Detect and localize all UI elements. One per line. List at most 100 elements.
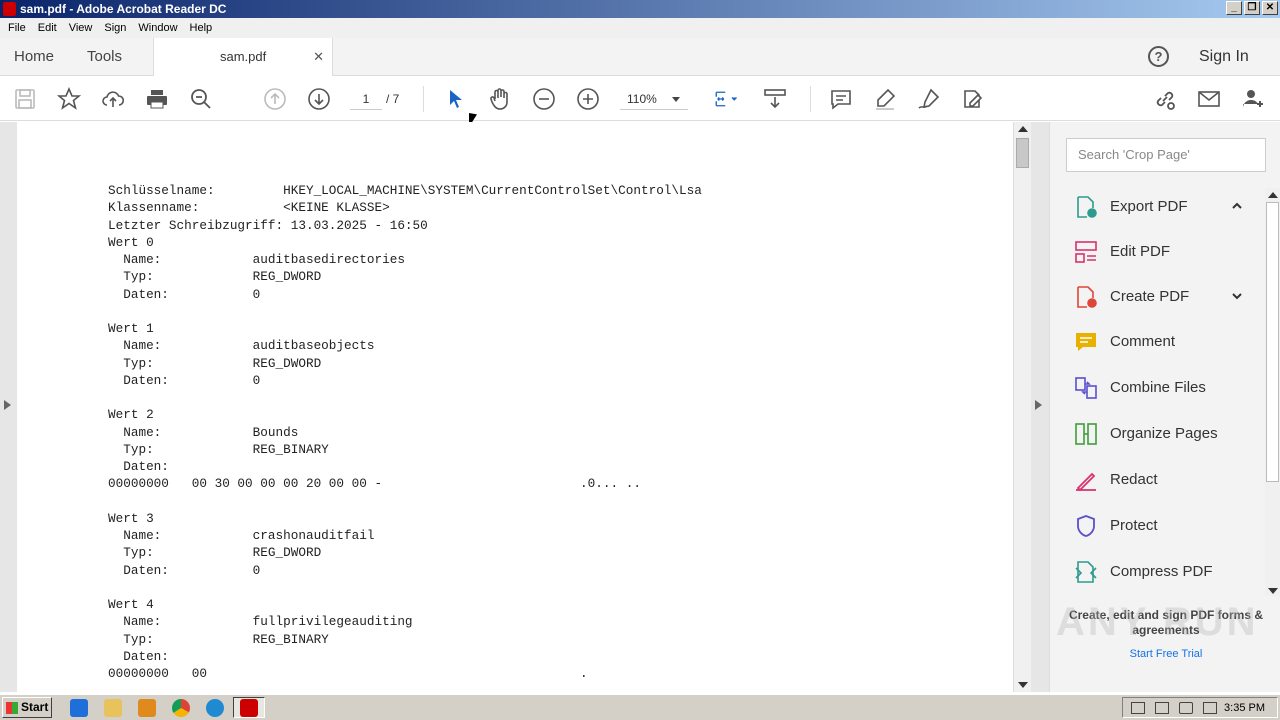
tab-document-label: sam.pdf xyxy=(220,49,267,64)
left-nav-strip xyxy=(0,122,17,692)
acrobat-app-icon xyxy=(3,2,16,16)
expand-left-panel-icon[interactable] xyxy=(4,400,16,410)
menu-bar: File Edit View Sign Window Help xyxy=(0,18,1280,38)
next-page-icon[interactable] xyxy=(306,86,332,112)
window-title: sam.pdf - Adobe Acrobat Reader DC xyxy=(20,2,227,16)
taskbar-acrobat-button[interactable] xyxy=(233,697,265,718)
sign-pen-icon[interactable] xyxy=(916,86,942,112)
save-icon[interactable] xyxy=(12,86,38,112)
tool-redact[interactable]: Redact xyxy=(1066,460,1250,500)
anyrun-watermark: ANY RUN xyxy=(1056,600,1259,644)
tool-combine-files[interactable]: Combine Files xyxy=(1066,368,1250,408)
sign-in-button[interactable]: Sign In xyxy=(1199,38,1249,76)
window-titlebar: sam.pdf - Adobe Acrobat Reader DC _ ❐ ✕ xyxy=(0,0,1280,18)
zoom-out-icon[interactable] xyxy=(531,86,557,112)
minimize-button[interactable]: _ xyxy=(1226,1,1242,15)
media-player-icon[interactable] xyxy=(138,699,156,717)
edit-pdf-icon xyxy=(1075,241,1097,263)
tool-create-pdf[interactable]: Create PDF xyxy=(1066,277,1250,317)
close-window-button[interactable]: ✕ xyxy=(1262,1,1278,15)
chrome-icon[interactable] xyxy=(172,699,190,717)
tab-home[interactable]: Home xyxy=(14,38,54,76)
maximize-button[interactable]: ❐ xyxy=(1244,1,1260,15)
tool-label: Export PDF xyxy=(1110,198,1188,215)
start-button[interactable]: Start xyxy=(2,697,52,718)
comment-icon[interactable] xyxy=(828,86,854,112)
print-icon[interactable] xyxy=(144,86,170,112)
tool-label: Redact xyxy=(1110,471,1158,488)
explorer-folder-icon[interactable] xyxy=(104,699,122,717)
compress-pdf-icon xyxy=(1075,561,1097,583)
tools-search-input[interactable]: Search 'Crop Page' xyxy=(1066,138,1266,172)
ie-browser-icon[interactable] xyxy=(70,699,88,717)
start-free-trial-link[interactable]: Start Free Trial xyxy=(1066,648,1266,660)
tab-close-icon[interactable]: ✕ xyxy=(313,38,324,76)
tool-label: Create PDF xyxy=(1110,288,1190,305)
fit-page-icon[interactable] xyxy=(708,86,744,112)
tool-protect[interactable]: Protect xyxy=(1066,506,1250,546)
select-cursor-icon[interactable] xyxy=(443,86,469,112)
tool-export-pdf[interactable]: Export PDF xyxy=(1066,187,1250,227)
chevron-up-icon[interactable] xyxy=(1232,201,1242,211)
system-tray: 3:35 PM xyxy=(1122,697,1278,718)
hand-tool-icon[interactable] xyxy=(487,86,513,112)
scroll-up-icon[interactable] xyxy=(1268,192,1278,198)
zoom-value: 110% xyxy=(627,92,657,106)
menu-help[interactable]: Help xyxy=(184,18,219,38)
toolbar-separator xyxy=(810,86,811,112)
fill-sign-icon[interactable] xyxy=(960,86,986,112)
tool-comment[interactable]: Comment xyxy=(1066,322,1250,362)
page-number-input[interactable]: 1 xyxy=(350,88,382,110)
tools-pane-scrollbar[interactable] xyxy=(1265,188,1280,596)
edge-icon[interactable] xyxy=(206,699,224,717)
toolbar-separator xyxy=(423,86,424,112)
bookmark-star-icon[interactable] xyxy=(56,86,82,112)
network-icon[interactable] xyxy=(1155,702,1169,714)
scrollbar-thumb[interactable] xyxy=(1266,202,1279,482)
create-pdf-icon xyxy=(1077,286,1097,308)
scroll-down-icon[interactable] xyxy=(1018,682,1028,688)
zoom-select[interactable]: 110% xyxy=(620,88,688,110)
page-text: Schlüsselname: HKEY_LOCAL_MACHINE\SYSTEM… xyxy=(108,183,702,681)
menu-view[interactable]: View xyxy=(63,18,99,38)
tool-compress-pdf[interactable]: Compress PDF xyxy=(1066,552,1250,592)
menu-window[interactable]: Window xyxy=(132,18,183,38)
page-total-label: / 7 xyxy=(386,92,400,106)
pdf-page: Schlüsselname: HKEY_LOCAL_MACHINE\SYSTEM… xyxy=(17,122,1013,692)
menu-file[interactable]: File xyxy=(2,18,32,38)
organize-pages-icon xyxy=(1075,423,1097,445)
collapse-right-panel-icon[interactable] xyxy=(1035,400,1047,410)
email-icon[interactable] xyxy=(1196,86,1222,112)
protect-icon xyxy=(1077,515,1095,537)
tool-label: Comment xyxy=(1110,333,1176,350)
scroll-up-icon[interactable] xyxy=(1018,126,1028,132)
scroll-mode-icon[interactable] xyxy=(762,86,788,112)
document-scrollbar[interactable] xyxy=(1013,122,1031,692)
document-viewer[interactable]: Schlüsselname: HKEY_LOCAL_MACHINE\SYSTEM… xyxy=(0,122,1049,692)
chevron-down-icon[interactable] xyxy=(1232,291,1242,301)
zoom-in-icon[interactable] xyxy=(575,86,601,112)
windows-taskbar: Start 3:35 PM xyxy=(0,694,1280,720)
share-link-icon[interactable] xyxy=(1152,86,1178,112)
highlight-pen-icon[interactable] xyxy=(872,86,898,112)
tool-organize-pages[interactable]: Organize Pages xyxy=(1066,414,1250,454)
volume-icon[interactable] xyxy=(1179,702,1193,714)
find-zoom-icon[interactable] xyxy=(188,86,214,112)
previous-page-icon[interactable] xyxy=(262,86,288,112)
tool-edit-pdf[interactable]: Edit PDF xyxy=(1066,232,1250,272)
upload-cloud-icon[interactable] xyxy=(100,86,126,112)
tab-tools[interactable]: Tools xyxy=(87,38,122,76)
security-icon[interactable] xyxy=(1203,702,1217,714)
add-user-icon[interactable] xyxy=(1240,86,1266,112)
chevron-down-icon xyxy=(672,97,680,106)
menu-sign[interactable]: Sign xyxy=(98,18,132,38)
windows-logo-icon xyxy=(6,702,18,714)
promo-box: ANY RUN Create, edit and sign PDF forms … xyxy=(1056,600,1266,660)
tab-document[interactable]: sam.pdf ✕ xyxy=(153,38,333,77)
redact-icon xyxy=(1076,472,1096,492)
flag-icon[interactable] xyxy=(1131,702,1145,714)
menu-edit[interactable]: Edit xyxy=(32,18,63,38)
scroll-down-icon[interactable] xyxy=(1268,588,1278,594)
scrollbar-thumb[interactable] xyxy=(1016,138,1029,168)
help-icon[interactable]: ? xyxy=(1148,46,1169,67)
